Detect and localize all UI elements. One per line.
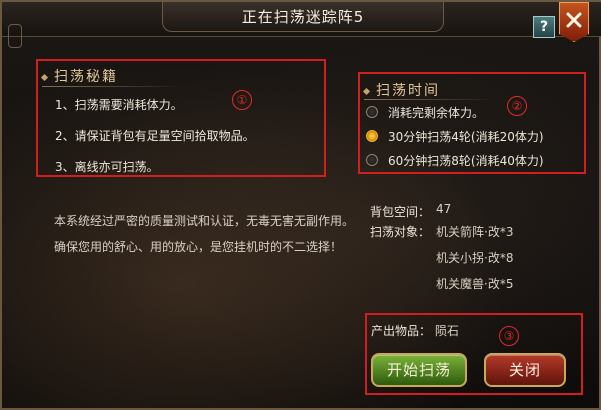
- radio-button[interactable]: [366, 154, 378, 166]
- title-bar: 正在扫荡迷踪阵5 ?: [2, 2, 601, 48]
- bag-space-value: 47: [436, 202, 452, 216]
- sweep-option-60min[interactable]: 60分钟扫荡8轮(消耗40体力): [366, 152, 576, 170]
- help-icon: ?: [539, 19, 549, 35]
- rules-header: 扫荡秘籍: [40, 66, 118, 86]
- sweep-option-30min[interactable]: 30分钟扫荡4轮(消耗20体力): [366, 128, 576, 146]
- sweep-target-item: 机关小拐·改*8: [436, 251, 514, 265]
- output-label: 产出物品：: [371, 324, 432, 338]
- bag-space-label: 背包空间：: [370, 205, 431, 219]
- output-value: 陨石: [435, 324, 460, 338]
- sweep-time-header: 扫荡时间: [362, 80, 440, 100]
- sweep-option-label: 30分钟扫荡4轮(消耗20体力): [388, 130, 544, 144]
- sweep-dialog: 正在扫荡迷踪阵5 ? 扫荡秘籍 ① 1、扫荡需要消耗体力。 2、请保证背包有足量…: [0, 0, 601, 410]
- rule-item: 3、离线亦可扫荡。: [55, 160, 159, 174]
- sweep-target-item: 机关箭阵·改*3: [436, 225, 514, 239]
- dialog-title: 正在扫荡迷踪阵5: [241, 8, 365, 26]
- title-plate: 正在扫荡迷踪阵5: [162, 2, 444, 32]
- close-icon-button[interactable]: [559, 2, 589, 42]
- rules-header-text: 扫荡秘籍: [54, 69, 118, 85]
- sweep-target-item: 机关魔兽·改*5: [436, 277, 514, 291]
- start-sweep-button[interactable]: 开始扫荡: [371, 353, 467, 387]
- radio-button-selected[interactable]: [366, 130, 378, 142]
- system-description: 本系统经过严密的质量测试和认证，无毒无害无副作用。确保您用的舒心、用的放心，是您…: [54, 214, 355, 254]
- radio-button[interactable]: [366, 106, 378, 118]
- sweep-time-header-text: 扫荡时间: [376, 83, 440, 99]
- sweep-time-header-divider: [364, 99, 494, 100]
- diamond-icon: [362, 87, 371, 95]
- sweep-option-all-stamina[interactable]: 消耗完剩余体力。: [366, 104, 546, 122]
- close-button[interactable]: 关闭: [484, 353, 566, 387]
- diamond-icon: [40, 73, 49, 81]
- help-button[interactable]: ?: [533, 16, 555, 38]
- annotation-marker-3: ③: [499, 326, 519, 346]
- sweep-option-label: 消耗完剩余体力。: [388, 106, 485, 120]
- close-icon: [566, 12, 582, 28]
- sweep-option-label: 60分钟扫荡8轮(消耗40体力): [388, 154, 544, 168]
- rule-item: 1、扫荡需要消耗体力。: [55, 98, 183, 112]
- sweep-target-label: 扫荡对象：: [370, 225, 431, 239]
- rule-item: 2、请保证背包有足量空间拾取物品。: [55, 129, 255, 143]
- annotation-marker-1: ①: [232, 90, 252, 110]
- rules-header-divider: [42, 86, 182, 87]
- frame-ornament-left: [8, 24, 22, 48]
